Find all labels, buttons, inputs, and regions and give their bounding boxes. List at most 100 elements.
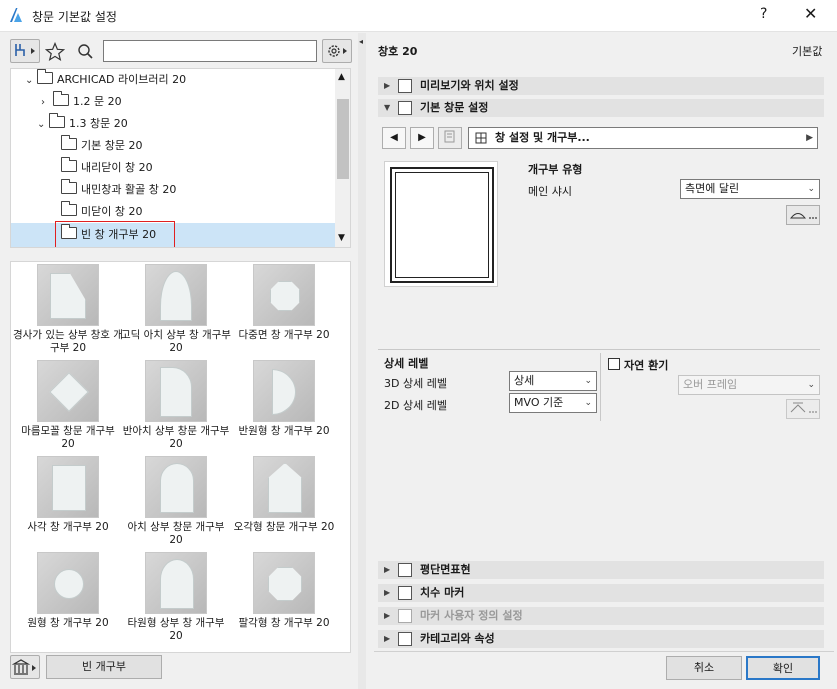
tree-item-awning-casement[interactable]: 내민창과 활골 창 20 bbox=[61, 179, 176, 201]
window-settings-icon bbox=[398, 101, 412, 115]
folder-icon bbox=[61, 179, 77, 194]
folder-icon bbox=[53, 91, 69, 106]
library-manager-button[interactable] bbox=[10, 655, 40, 679]
empty-opening-button[interactable]: 빈 개구부 bbox=[46, 655, 162, 679]
folder-icon bbox=[49, 113, 65, 128]
previous-page-button[interactable]: ◀ bbox=[382, 127, 406, 149]
scroll-up-icon[interactable]: ▲ bbox=[338, 72, 345, 82]
chevron-down-icon[interactable]: ⌄ bbox=[37, 114, 49, 136]
gallery-thumbnail bbox=[253, 360, 315, 422]
natural-vent-checkbox[interactable] bbox=[608, 358, 620, 370]
divider bbox=[600, 353, 601, 421]
gallery-item[interactable]: 반원형 창 개구부 20 bbox=[229, 360, 339, 438]
gallery-thumbnail bbox=[145, 456, 207, 518]
gallery-item[interactable]: 아치 상부 창문 개구부 20 bbox=[121, 456, 231, 547]
halfarch-window-shape-icon bbox=[160, 367, 192, 417]
main-sash-label: 메인 샤시 bbox=[528, 185, 572, 198]
scroll-thumb[interactable] bbox=[337, 99, 349, 179]
tree-item-sliding[interactable]: 미닫이 창 20 bbox=[61, 201, 142, 223]
preview-frame-inner bbox=[395, 172, 489, 278]
folder-icon bbox=[61, 201, 77, 216]
gallery-item-label: 고딕 아치 상부 창 개구부 20 bbox=[121, 329, 231, 354]
section-basic-window-settings[interactable]: ▼ 기본 창문 설정 bbox=[378, 99, 824, 117]
opening-shape-button[interactable] bbox=[786, 205, 820, 225]
section-label: 기본 창문 설정 bbox=[420, 101, 489, 114]
gallery-thumbnail bbox=[37, 360, 99, 422]
cancel-button[interactable]: 취소 bbox=[666, 656, 742, 680]
title-bar: 창문 기본값 설정 ? ✕ bbox=[0, 0, 837, 32]
gallery-item[interactable]: 경사가 있는 상부 창호 개구부 20 bbox=[13, 264, 123, 355]
favorites-star-icon[interactable] bbox=[45, 42, 65, 62]
diamond-window-shape-icon bbox=[49, 372, 89, 412]
tree-item-label: 미닫이 창 20 bbox=[81, 205, 143, 218]
close-button[interactable]: ✕ bbox=[804, 4, 817, 23]
panel-splitter[interactable]: ◂ bbox=[358, 33, 366, 689]
tree-item-label: 1.3 창문 20 bbox=[69, 117, 128, 130]
tree-scrollbar[interactable]: ▲ ▼ bbox=[335, 69, 350, 247]
gallery-item[interactable]: 반아치 상부 창문 개구부 20 bbox=[121, 360, 231, 451]
page-selector-dropdown[interactable]: 창 설정 및 개구부... ▶ bbox=[468, 127, 818, 149]
gallery-item[interactable]: 사각 창 개구부 20 bbox=[13, 456, 123, 534]
library-view-button[interactable] bbox=[10, 39, 40, 63]
collapse-left-icon[interactable]: ◂ bbox=[359, 37, 363, 46]
section-floor-plan[interactable]: ▶ 평단면표현 bbox=[378, 561, 824, 579]
page-list-icon bbox=[438, 127, 462, 149]
library-panel: ⌄ ARCHICAD 라이브러리 20 › 1.2 문 20 ⌄ 1.3 창문 20 … bbox=[0, 33, 358, 689]
triangle-right-icon: ▶ bbox=[384, 565, 391, 574]
section-dimension-marker[interactable]: ▶ 치수 마커 bbox=[378, 584, 824, 602]
detail-2d-label: 2D 상세 레벨 bbox=[384, 399, 447, 412]
vent-shape-button[interactable] bbox=[786, 399, 820, 419]
natural-vent-dropdown[interactable]: 오버 프레임 ⌄ bbox=[678, 375, 820, 395]
preview-position-icon bbox=[398, 79, 412, 93]
default-label: 기본값 bbox=[792, 45, 823, 58]
tree-item-windows[interactable]: ⌄ 1.3 창문 20 bbox=[37, 113, 128, 135]
grid-icon bbox=[475, 132, 487, 144]
marker-custom-icon bbox=[398, 609, 412, 623]
halfcircle-window-shape-icon bbox=[272, 369, 296, 415]
triangle-down-icon: ▼ bbox=[384, 103, 391, 112]
detail-3d-dropdown[interactable]: 상세 ⌄ bbox=[509, 371, 597, 391]
floor-plan-section-icon bbox=[398, 563, 412, 577]
gallery-item[interactable]: 고딕 아치 상부 창 개구부 20 bbox=[121, 264, 231, 355]
triangle-right-icon: ▶ bbox=[384, 588, 391, 597]
gallery-item[interactable]: 마름모꼴 창문 개구부 20 bbox=[13, 360, 123, 451]
tree-item-double-hung[interactable]: 내리닫이 창 20 bbox=[61, 157, 153, 179]
gallery-item[interactable]: 원형 창 개구부 20 bbox=[13, 552, 123, 630]
ok-button[interactable]: 확인 bbox=[746, 656, 820, 680]
natural-vent-label: 자연 환기 bbox=[624, 359, 669, 372]
object-name: 창호 20 bbox=[378, 45, 418, 58]
section-preview-position[interactable]: ▶ 미리보기와 위치 설정 bbox=[378, 77, 824, 95]
tree-item-basic-windows[interactable]: 기본 창문 20 bbox=[61, 135, 142, 157]
section-marker-custom: ▶ 마커 사용자 정의 설정 bbox=[378, 607, 824, 625]
gallery-item[interactable]: 팔각형 창 개구부 20 bbox=[229, 552, 339, 630]
archicad-logo-icon bbox=[10, 8, 22, 22]
search-input[interactable] bbox=[103, 40, 317, 62]
tree-item-label: 1.2 문 20 bbox=[73, 95, 122, 108]
window-title: 창문 기본값 설정 bbox=[32, 10, 117, 24]
tree-item-archicad-library[interactable]: ⌄ ARCHICAD 라이브러리 20 bbox=[25, 69, 186, 91]
gallery-thumbnail bbox=[145, 360, 207, 422]
object-gallery: 경사가 있는 상부 창호 개구부 20 고딕 아치 상부 창 개구부 20 다중면 … bbox=[10, 261, 351, 653]
gallery-item[interactable]: 다중면 창 개구부 20 bbox=[229, 264, 339, 342]
gallery-item-label: 마름모꼴 창문 개구부 20 bbox=[21, 425, 115, 450]
opening-shape-icon bbox=[789, 213, 817, 219]
gallery-item[interactable]: 타원형 상부 창 개구부 20 bbox=[121, 552, 231, 643]
chevron-right-icon[interactable]: › bbox=[41, 92, 53, 114]
gallery-thumbnail bbox=[37, 264, 99, 326]
main-sash-dropdown[interactable]: 측면에 달린 ⌄ bbox=[680, 179, 820, 199]
scroll-down-icon[interactable]: ▼ bbox=[338, 233, 345, 243]
search-icon[interactable] bbox=[77, 43, 95, 61]
page-selector-value: 창 설정 및 개구부... bbox=[495, 131, 590, 144]
tree-item-doors[interactable]: › 1.2 문 20 bbox=[41, 91, 122, 113]
help-button[interactable]: ? bbox=[760, 6, 767, 22]
chevron-down-icon[interactable]: ⌄ bbox=[25, 70, 37, 92]
gallery-thumbnail bbox=[145, 552, 207, 614]
gallery-item-label: 경사가 있는 상부 창호 개구부 20 bbox=[13, 329, 123, 354]
detail-2d-dropdown[interactable]: MVO 기준 ⌄ bbox=[509, 393, 597, 413]
settings-menu-button[interactable] bbox=[322, 39, 352, 63]
octagon-window-shape-icon bbox=[268, 567, 302, 601]
gallery-item[interactable]: 오각형 창문 개구부 20 bbox=[229, 456, 339, 534]
section-category-property[interactable]: ▶ 카테고리와 속성 bbox=[378, 630, 824, 648]
next-page-button[interactable]: ▶ bbox=[410, 127, 434, 149]
gallery-thumbnail bbox=[253, 456, 315, 518]
